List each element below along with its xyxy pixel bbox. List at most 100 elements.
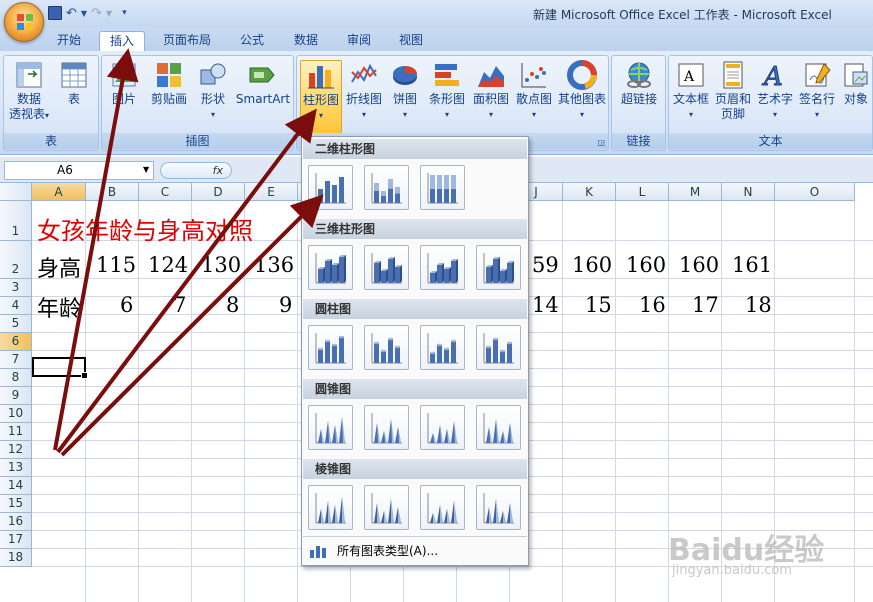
tab-view[interactable]: 视图	[388, 31, 434, 51]
column-header-n[interactable]: N	[722, 183, 775, 201]
row-header-8[interactable]: 8	[0, 369, 32, 387]
header-footer-button[interactable]: 页眉和 页脚	[713, 60, 753, 122]
select-all-corner[interactable]	[0, 183, 32, 201]
clipart-button[interactable]: 剪贴画	[148, 60, 190, 107]
chart-option-pyr-2[interactable]	[364, 485, 409, 530]
column-header-a[interactable]: A	[32, 183, 86, 201]
chart-option-pyr-1[interactable]	[308, 485, 353, 530]
all-chart-types-item[interactable]: 所有图表类型(A)...	[303, 536, 527, 564]
other-charts-button[interactable]: 其他图表 ▾	[556, 60, 608, 122]
pivot-table-button[interactable]: 数据 透视表▾	[6, 60, 52, 123]
chart-option-pyr-3[interactable]	[420, 485, 465, 530]
column-header-b[interactable]: B	[86, 183, 139, 201]
column-header-k[interactable]: K	[563, 183, 616, 201]
customize-qat-icon[interactable]: ▾	[122, 8, 127, 18]
insert-function-button[interactable]: fx	[160, 162, 232, 179]
column-header-e[interactable]: E	[245, 183, 298, 201]
row3-label-cell[interactable]: 年龄	[37, 291, 81, 323]
chart-option-3d-2[interactable]	[364, 245, 409, 290]
line-chart-button[interactable]: 折线图 ▾	[344, 60, 384, 122]
name-box-dropdown-icon[interactable]: ▼	[143, 165, 149, 174]
tab-home[interactable]: 开始	[44, 31, 94, 51]
table-button[interactable]: 表	[54, 60, 94, 107]
height-cell-k2[interactable]: 160	[572, 253, 612, 277]
column-header-o[interactable]: O	[775, 183, 855, 201]
age-cell-d3[interactable]: 8	[226, 293, 239, 317]
office-button[interactable]	[4, 2, 44, 42]
height-cell-m2[interactable]: 160	[679, 253, 719, 277]
chart-option-3d-3[interactable]	[420, 245, 465, 290]
row-header-9[interactable]: 9	[0, 387, 32, 405]
column-header-c[interactable]: C	[139, 183, 192, 201]
chart-option-3d-1[interactable]	[308, 245, 353, 290]
row-header-3[interactable]: 3	[0, 279, 32, 297]
chart-option-2d-1[interactable]	[308, 165, 353, 210]
object-button[interactable]: 对象	[839, 60, 873, 107]
height-cell-b2[interactable]: 115	[96, 253, 136, 277]
picture-button[interactable]: 图片	[104, 60, 144, 107]
column-header-m[interactable]: M	[669, 183, 722, 201]
tab-insert[interactable]: 插入	[99, 31, 145, 52]
undo-dropdown-icon[interactable]: ▼	[81, 9, 87, 18]
age-cell-k3[interactable]: 15	[585, 293, 612, 317]
sheet-title-cell[interactable]: 女孩年龄与身高对照	[37, 211, 253, 246]
chart-option-cone-4[interactable]	[476, 405, 521, 450]
height-cell-j2[interactable]: 59	[532, 253, 559, 277]
row-header-1[interactable]: 1	[0, 201, 32, 241]
chart-option-cone-2[interactable]	[364, 405, 409, 450]
textbox-button[interactable]: A 文本框 ▾	[671, 60, 711, 122]
redo-dropdown-icon[interactable]: ▼	[106, 9, 112, 18]
row-header-17[interactable]: 17	[0, 531, 32, 549]
tab-page-layout[interactable]: 页面布局	[155, 31, 219, 51]
chart-option-cone-3[interactable]	[420, 405, 465, 450]
height-cell-c2[interactable]: 124	[148, 253, 188, 277]
age-cell-j3[interactable]: 14	[532, 293, 559, 317]
row-header-7[interactable]: 7	[0, 351, 32, 369]
pie-chart-button[interactable]: 饼图 ▾	[386, 60, 424, 122]
chart-option-cyl-2[interactable]	[364, 325, 409, 370]
chart-option-2d-3[interactable]	[420, 165, 465, 210]
tab-review[interactable]: 审阅	[335, 31, 383, 51]
row-header-11[interactable]: 11	[0, 423, 32, 441]
column-chart-button[interactable]: 柱形图 ▾	[300, 60, 342, 134]
shapes-button[interactable]: 形状 ▾	[194, 60, 232, 122]
chart-option-pyr-4[interactable]	[476, 485, 521, 530]
wordart-button[interactable]: A 艺术字 ▾	[755, 60, 795, 122]
save-icon[interactable]	[48, 6, 62, 20]
redo-icon[interactable]: ↷	[91, 6, 102, 21]
row-header-15[interactable]: 15	[0, 495, 32, 513]
undo-icon[interactable]: ↶	[66, 6, 77, 21]
row-header-10[interactable]: 10	[0, 405, 32, 423]
smartart-button[interactable]: SmartArt	[234, 60, 292, 107]
active-cell-a6[interactable]	[32, 357, 88, 379]
row-header-5[interactable]: 5	[0, 315, 32, 333]
scatter-chart-button[interactable]: 散点图 ▾	[514, 60, 554, 122]
chart-option-cyl-1[interactable]	[308, 325, 353, 370]
chart-option-2d-2[interactable]	[364, 165, 409, 210]
row-header-13[interactable]: 13	[0, 459, 32, 477]
height-cell-l2[interactable]: 160	[626, 253, 666, 277]
chart-option-3d-4[interactable]	[476, 245, 521, 290]
age-cell-c3[interactable]: 7	[173, 293, 186, 317]
signature-line-button[interactable]: 签名行 ▾	[797, 60, 837, 122]
row-header-14[interactable]: 14	[0, 477, 32, 495]
area-chart-button[interactable]: 面积图 ▾	[470, 60, 512, 122]
chart-option-cyl-3[interactable]	[420, 325, 465, 370]
age-cell-e3[interactable]: 9	[279, 293, 292, 317]
tab-data[interactable]: 数据	[282, 31, 330, 51]
age-cell-m3[interactable]: 17	[692, 293, 719, 317]
chart-option-cyl-4[interactable]	[476, 325, 521, 370]
column-header-l[interactable]: L	[616, 183, 669, 201]
column-header-d[interactable]: D	[192, 183, 245, 201]
height-cell-n2[interactable]: 161	[732, 253, 772, 277]
height-cell-d2[interactable]: 130	[201, 253, 241, 277]
bar-chart-button[interactable]: 条形图 ▾	[426, 60, 468, 122]
row2-label-cell[interactable]: 身高	[37, 251, 81, 283]
chart-option-cone-1[interactable]	[308, 405, 353, 450]
row-header-4[interactable]: 4	[0, 297, 32, 315]
row-header-12[interactable]: 12	[0, 441, 32, 459]
height-cell-e2[interactable]: 136	[254, 253, 294, 277]
name-box[interactable]: A6	[4, 161, 154, 180]
row-header-18[interactable]: 18	[0, 549, 32, 567]
age-cell-n3[interactable]: 18	[745, 293, 772, 317]
